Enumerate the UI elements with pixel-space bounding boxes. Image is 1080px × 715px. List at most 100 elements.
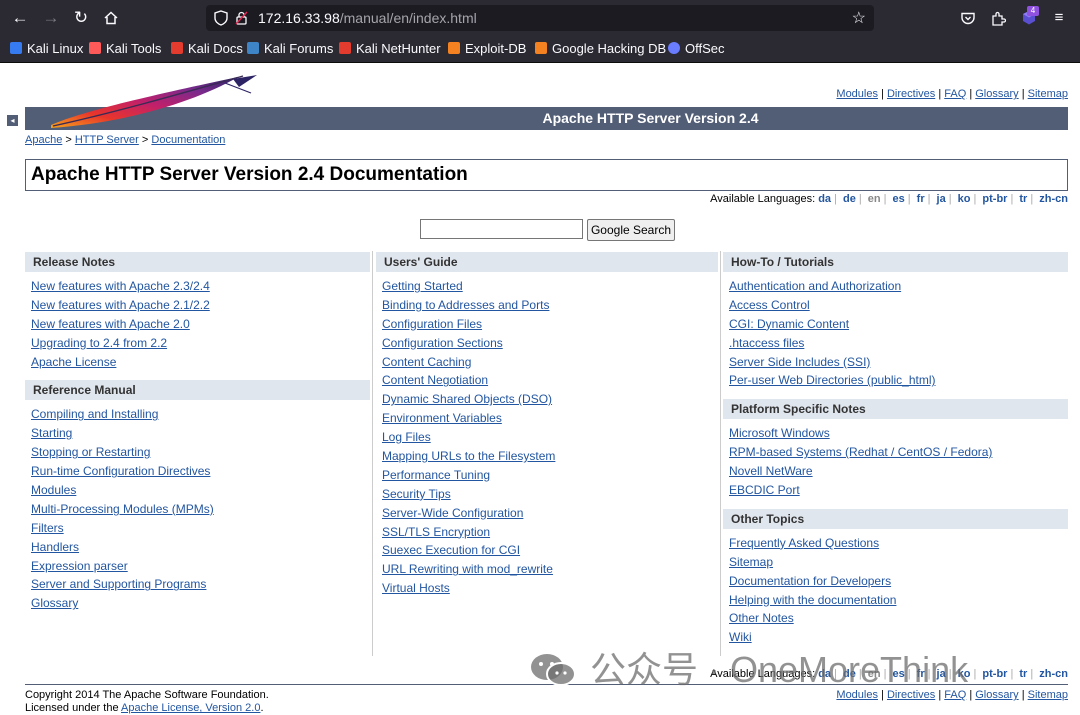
bookmark-offsec[interactable]: OffSec bbox=[668, 40, 725, 58]
list-item: Getting Started bbox=[376, 277, 718, 296]
lang-link[interactable]: ko bbox=[958, 193, 971, 205]
doc-link[interactable]: Multi-Processing Modules (MPMs) bbox=[31, 502, 214, 516]
doc-link[interactable]: RPM-based Systems (Redhat / CentOS / Fed… bbox=[729, 445, 992, 459]
doc-link[interactable]: Suexec Execution for CGI bbox=[382, 543, 520, 557]
bookmark-kali-forums[interactable]: Kali Forums bbox=[247, 40, 333, 58]
doc-link[interactable]: Environment Variables bbox=[382, 411, 502, 425]
lang-link[interactable]: da bbox=[818, 193, 831, 205]
doc-link[interactable]: Documentation for Developers bbox=[729, 574, 891, 588]
page-title: Apache HTTP Server Version 2.4 Documenta… bbox=[31, 164, 468, 185]
bookmark-kali-nethunter[interactable]: Kali NetHunter bbox=[339, 40, 441, 58]
doc-link[interactable]: Modules bbox=[31, 483, 76, 497]
doc-link[interactable]: Configuration Files bbox=[382, 317, 482, 331]
breadcrumb-apache[interactable]: Apache bbox=[25, 134, 62, 146]
lang-link[interactable]: de bbox=[843, 193, 856, 205]
doc-link[interactable]: New features with Apache 2.0 bbox=[31, 317, 190, 331]
google-search-button[interactable]: Google Search bbox=[587, 219, 675, 241]
top-link-modules[interactable]: Modules bbox=[836, 88, 878, 100]
doc-link[interactable]: Virtual Hosts bbox=[382, 581, 450, 595]
back-arrow-icon[interactable]: ← bbox=[8, 7, 32, 29]
doc-link[interactable]: Other Notes bbox=[729, 611, 794, 625]
list-item: Content Caching bbox=[376, 353, 718, 372]
doc-link[interactable]: New features with Apache 2.1/2.2 bbox=[31, 298, 210, 312]
url-bar[interactable]: 172.16.33.98/manual/en/index.html ☆ bbox=[206, 5, 874, 31]
doc-link[interactable]: Filters bbox=[31, 521, 64, 535]
doc-link[interactable]: Apache License bbox=[31, 355, 116, 369]
tracking-shield-icon[interactable] bbox=[214, 10, 228, 26]
doc-link[interactable]: EBCDIC Port bbox=[729, 483, 800, 497]
doc-link[interactable]: Dynamic Shared Objects (DSO) bbox=[382, 392, 552, 406]
doc-link[interactable]: Sitemap bbox=[729, 555, 773, 569]
doc-link[interactable]: Microsoft Windows bbox=[729, 426, 830, 440]
doc-link[interactable]: Upgrading to 2.4 from 2.2 bbox=[31, 336, 167, 350]
doc-link[interactable]: .htaccess files bbox=[729, 336, 804, 350]
toggle-sidebar-icon[interactable]: ◂ bbox=[7, 115, 18, 126]
bookmark-kali-tools[interactable]: Kali Tools bbox=[89, 40, 161, 58]
lang-link[interactable]: fr bbox=[917, 193, 925, 205]
doc-link[interactable]: Configuration Sections bbox=[382, 336, 503, 350]
doc-link[interactable]: Novell NetWare bbox=[729, 464, 813, 478]
doc-link[interactable]: Server-Wide Configuration bbox=[382, 506, 523, 520]
apache-feather-logo[interactable] bbox=[43, 73, 263, 131]
bookmark-star-icon[interactable]: ☆ bbox=[852, 8, 866, 28]
pocket-icon[interactable] bbox=[958, 8, 978, 28]
lang-link[interactable]: zh-cn bbox=[1039, 668, 1068, 680]
doc-link[interactable]: Binding to Addresses and Ports bbox=[382, 298, 549, 312]
doc-link[interactable]: Run-time Configuration Directives bbox=[31, 464, 210, 478]
doc-link[interactable]: Expression parser bbox=[31, 559, 128, 573]
doc-link[interactable]: Server and Supporting Programs bbox=[31, 577, 206, 591]
doc-link[interactable]: Mapping URLs to the Filesystem bbox=[382, 449, 555, 463]
doc-link[interactable]: Server Side Includes (SSI) bbox=[729, 355, 870, 369]
doc-link[interactable]: Content Negotiation bbox=[382, 373, 488, 387]
url-text[interactable]: 172.16.33.98/manual/en/index.html bbox=[258, 10, 477, 26]
doc-link[interactable]: Compiling and Installing bbox=[31, 407, 158, 421]
lang-link[interactable]: zh-cn bbox=[1039, 193, 1068, 205]
doc-link[interactable]: Stopping or Restarting bbox=[31, 445, 150, 459]
doc-link[interactable]: Getting Started bbox=[382, 279, 463, 293]
list-item: Security Tips bbox=[376, 485, 718, 504]
license-link[interactable]: Apache License, Version 2.0 bbox=[121, 702, 260, 714]
lang-link[interactable]: tr bbox=[1019, 193, 1027, 205]
doc-link[interactable]: Authentication and Authorization bbox=[729, 279, 901, 293]
bookmark-kali-docs[interactable]: Kali Docs bbox=[171, 40, 243, 58]
lang-link[interactable]: pt-br bbox=[982, 193, 1007, 205]
doc-link[interactable]: Helping with the documentation bbox=[729, 593, 896, 607]
menu-hamburger-icon[interactable]: ≡ bbox=[1049, 8, 1069, 28]
breadcrumb-documentation[interactable]: Documentation bbox=[151, 134, 225, 146]
doc-link[interactable]: Handlers bbox=[31, 540, 79, 554]
insecure-lock-icon[interactable] bbox=[235, 11, 248, 25]
doc-link[interactable]: New features with Apache 2.3/2.4 bbox=[31, 279, 210, 293]
doc-link[interactable]: SSL/TLS Encryption bbox=[382, 525, 490, 539]
doc-link[interactable]: Log Files bbox=[382, 430, 431, 444]
top-link-glossary[interactable]: Glossary bbox=[975, 88, 1018, 100]
lang-link[interactable]: es bbox=[893, 193, 905, 205]
footer-link-glossary[interactable]: Glossary bbox=[975, 689, 1018, 701]
lang-link[interactable]: tr bbox=[1019, 668, 1027, 680]
forward-arrow-icon[interactable]: → bbox=[39, 7, 63, 29]
lang-link[interactable]: ja bbox=[937, 193, 946, 205]
breadcrumb-http-server[interactable]: HTTP Server bbox=[75, 134, 139, 146]
top-link-directives[interactable]: Directives bbox=[887, 88, 935, 100]
bookmark-google-hacking-db[interactable]: Google Hacking DB bbox=[535, 40, 666, 58]
top-link-sitemap[interactable]: Sitemap bbox=[1028, 88, 1068, 100]
doc-link[interactable]: CGI: Dynamic Content bbox=[729, 317, 849, 331]
kali-forums-icon bbox=[247, 42, 259, 54]
extensions-puzzle-icon[interactable] bbox=[988, 8, 1008, 28]
reload-icon[interactable]: ↻ bbox=[69, 7, 93, 29]
doc-link[interactable]: Security Tips bbox=[382, 487, 451, 501]
doc-link[interactable]: URL Rewriting with mod_rewrite bbox=[382, 562, 553, 576]
doc-link[interactable]: Glossary bbox=[31, 596, 78, 610]
search-input[interactable] bbox=[420, 219, 583, 239]
doc-link[interactable]: Performance Tuning bbox=[382, 468, 490, 482]
home-icon[interactable] bbox=[99, 7, 123, 29]
top-link-faq[interactable]: FAQ bbox=[944, 88, 966, 100]
doc-link[interactable]: Per-user Web Directories (public_html) bbox=[729, 373, 936, 387]
doc-link[interactable]: Access Control bbox=[729, 298, 810, 312]
doc-link[interactable]: Content Caching bbox=[382, 355, 471, 369]
doc-link[interactable]: Frequently Asked Questions bbox=[729, 536, 879, 550]
lang-link[interactable]: pt-br bbox=[982, 668, 1007, 680]
bookmark-exploit-db[interactable]: Exploit-DB bbox=[448, 40, 526, 58]
doc-link[interactable]: Starting bbox=[31, 426, 72, 440]
bookmark-kali-linux[interactable]: Kali Linux bbox=[10, 40, 83, 58]
footer-link-sitemap[interactable]: Sitemap bbox=[1028, 689, 1068, 701]
